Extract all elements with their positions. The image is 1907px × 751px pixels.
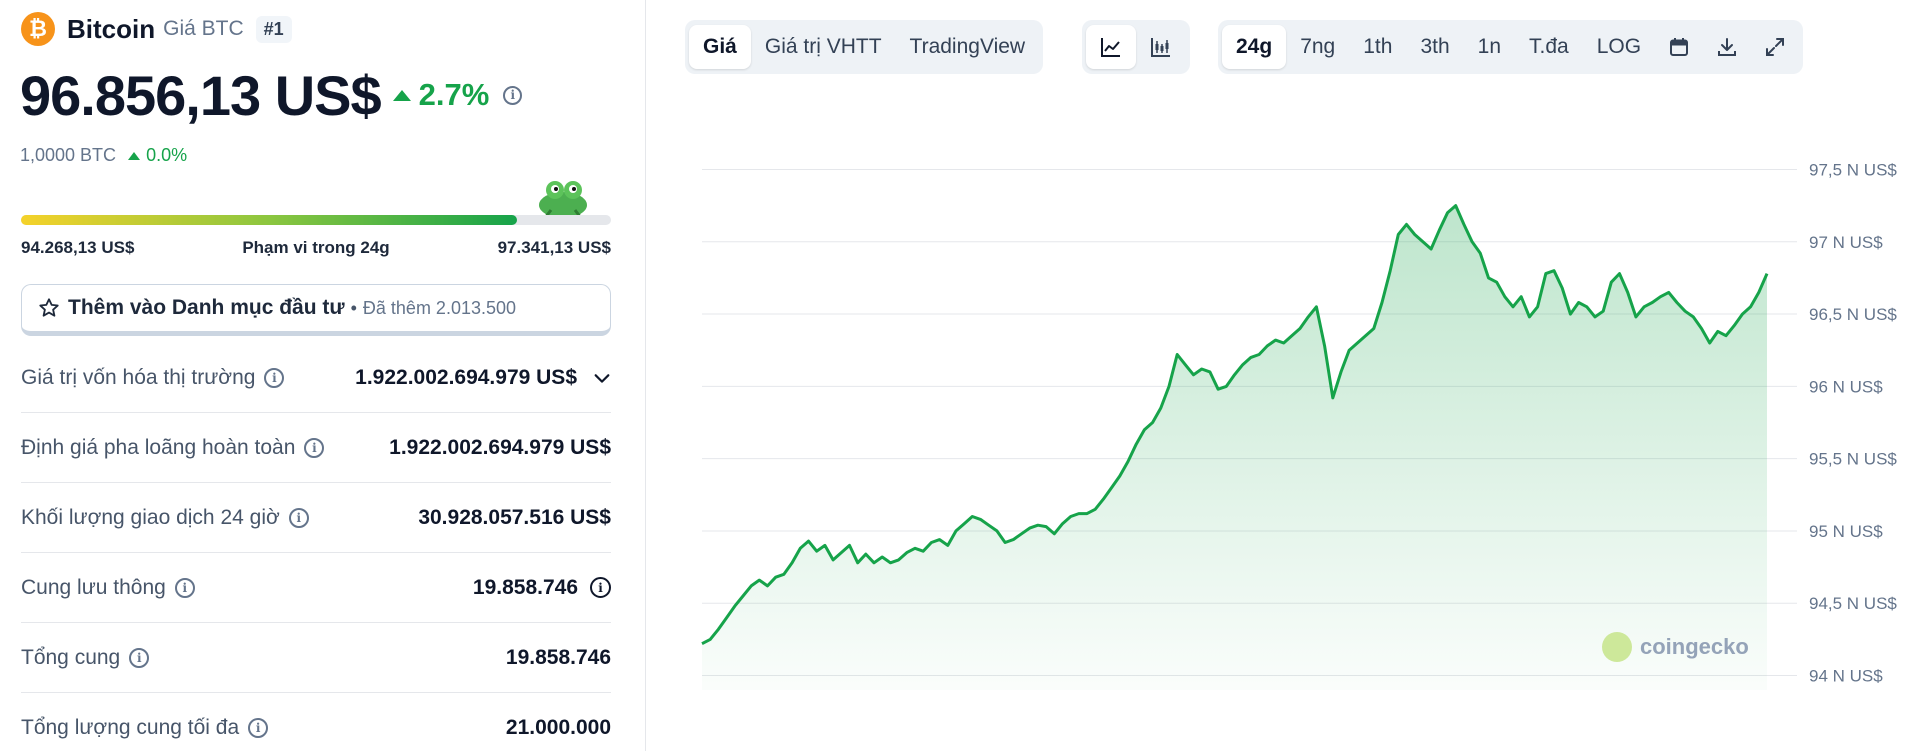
caret-up-icon — [128, 151, 141, 160]
price-range-labels: 94.268,13 US$ Phạm vi trong 24g 97.341,1… — [21, 238, 611, 258]
coin-subtitle: Giá BTC — [163, 17, 244, 40]
y-tick-label: 97,5 N US$ — [1809, 160, 1897, 179]
range-label: Phạm vi trong 24g — [242, 238, 390, 257]
stat-value: 1.922.002.694.979 US$ — [389, 435, 611, 459]
stat-row-circulating-supply: Cung lưu thông i 19.858.746 i — [21, 553, 611, 623]
info-icon[interactable]: i — [264, 367, 285, 388]
y-tick-label: 96,5 N US$ — [1809, 305, 1897, 324]
price-area — [702, 205, 1767, 690]
coin-name: Bitcoin — [67, 13, 156, 44]
info-icon[interactable]: i — [503, 85, 523, 105]
chart-panel: Giá Giá trị VHTT TradingView 24g 7ng 1th… — [647, 0, 1907, 751]
coingecko-logo-icon — [1602, 632, 1632, 662]
y-tick-label: 94,5 N US$ — [1809, 594, 1897, 613]
y-tick-label: 97 N US$ — [1809, 233, 1883, 252]
download-icon — [1718, 38, 1737, 56]
chevron-down-icon[interactable] — [593, 369, 611, 387]
price-row: 96.856,13 US$ 2.7% i — [20, 62, 523, 128]
stat-label: Tổng cung — [21, 645, 121, 669]
tab-price[interactable]: Giá — [689, 25, 751, 69]
separator-dot: • — [350, 297, 357, 318]
coin-header: ₿ Bitcoin Giá BTC #1 — [21, 12, 292, 46]
price-range-fill — [21, 215, 517, 225]
stat-value: 19.858.746 — [505, 645, 611, 669]
star-icon — [39, 298, 59, 317]
add-to-portfolio-button[interactable]: Thêm vào Danh mục đầu tư • Đã thêm 2.013… — [21, 284, 611, 336]
period-1m[interactable]: 1th — [1349, 25, 1406, 69]
stat-row-volume: Khối lượng giao dịch 24 giờ i 30.928.057… — [21, 483, 611, 553]
y-tick-label: 94 N US$ — [1809, 667, 1883, 686]
btc-change-value: 0.0% — [146, 145, 188, 165]
period-7d[interactable]: 7ng — [1286, 25, 1349, 69]
stat-label: Khối lượng giao dịch 24 giờ — [21, 505, 280, 529]
calendar-icon — [1670, 38, 1689, 56]
gecko-mascot-icon — [539, 181, 587, 219]
watermark-text: coingecko — [1640, 634, 1749, 659]
period-24h[interactable]: 24g — [1222, 25, 1287, 69]
line-chart-button[interactable] — [1086, 25, 1136, 69]
download-button[interactable] — [1703, 25, 1751, 69]
period-1y[interactable]: 1n — [1464, 25, 1515, 69]
tab-tradingview[interactable]: TradingView — [896, 25, 1040, 69]
fullscreen-button[interactable] — [1751, 25, 1799, 69]
fullscreen-icon — [1766, 38, 1785, 56]
btc-conversion: 1,0000 BTC 0.0% — [20, 145, 187, 166]
info-icon[interactable]: i — [129, 647, 150, 668]
stat-row-fdv: Định giá pha loãng hoàn toàn i 1.922.002… — [21, 413, 611, 483]
stat-label: Giá trị vốn hóa thị trường — [21, 365, 256, 389]
add-to-portfolio-label: Thêm vào Danh mục đầu tư — [68, 296, 345, 319]
tab-market-cap[interactable]: Giá trị VHTT — [751, 25, 896, 69]
period-3m[interactable]: 3th — [1406, 25, 1463, 69]
coin-overview-panel: ₿ Bitcoin Giá BTC #1 96.856,13 US$ 2.7% … — [0, 0, 646, 751]
stat-label: Cung lưu thông — [21, 575, 166, 599]
bitcoin-logo-icon: ₿ — [21, 12, 55, 46]
range-low: 94.268,13 US$ — [21, 238, 135, 257]
caret-up-icon — [392, 89, 411, 101]
price-change-value: 2.7% — [418, 77, 490, 112]
info-icon[interactable]: i — [288, 507, 309, 528]
period-tabs: 24g 7ng 1th 3th 1n T.đa LOG — [1218, 20, 1804, 74]
coingecko-watermark: coingecko — [1602, 632, 1749, 662]
stat-value: 21.000.000 — [505, 716, 611, 739]
info-icon[interactable]: i — [174, 577, 195, 598]
log-scale-toggle[interactable]: LOG — [1583, 25, 1655, 69]
stat-value: 19.858.746 — [472, 575, 578, 599]
btc-change: 0.0% — [128, 145, 187, 166]
y-tick-label: 95,5 N US$ — [1809, 450, 1897, 469]
view-tabs: Giá Giá trị VHTT TradingView — [685, 20, 1044, 74]
current-price: 96.856,13 US$ — [20, 63, 382, 127]
y-axis-labels: 97,5 N US$ 97 N US$ 96,5 N US$ 96 N US$ 95,5… — [1809, 160, 1897, 685]
period-max[interactable]: T.đa — [1515, 25, 1583, 69]
rank-badge: #1 — [255, 15, 292, 43]
stat-value: 30.928.057.516 US$ — [418, 505, 611, 529]
stat-label: Định giá pha loãng hoàn toàn — [21, 435, 296, 459]
y-tick-label: 95 N US$ — [1809, 522, 1883, 541]
stat-row-max-supply: Tổng lượng cung tối đa i 21.000.000 — [21, 693, 611, 751]
line-chart-icon — [1101, 38, 1120, 57]
btc-amount: 1,0000 BTC — [20, 145, 117, 165]
stat-row-total-supply: Tổng cung i 19.858.746 — [21, 623, 611, 693]
stat-label: Tổng lượng cung tối đa — [21, 716, 240, 739]
stat-value: 1.922.002.694.979 US$ — [355, 365, 577, 389]
range-high: 97.341,13 US$ — [497, 238, 611, 257]
price-change: 2.7% — [392, 77, 490, 113]
candlestick-icon — [1151, 38, 1170, 57]
date-range-button[interactable] — [1655, 25, 1703, 69]
y-tick-label: 96 N US$ — [1809, 377, 1883, 396]
info-icon[interactable]: i — [590, 577, 611, 598]
price-range-bar — [21, 215, 611, 225]
stats-list: Giá trị vốn hóa thị trường i 1.922.002.6… — [21, 343, 611, 751]
stat-row-market-cap: Giá trị vốn hóa thị trường i 1.922.002.6… — [21, 343, 611, 413]
candlestick-chart-button[interactable] — [1136, 25, 1186, 69]
info-icon[interactable]: i — [248, 718, 269, 738]
chart-type-tabs — [1082, 20, 1190, 74]
portfolio-added-count: Đã thêm 2.013.500 — [362, 297, 517, 318]
info-icon[interactable]: i — [304, 437, 325, 458]
